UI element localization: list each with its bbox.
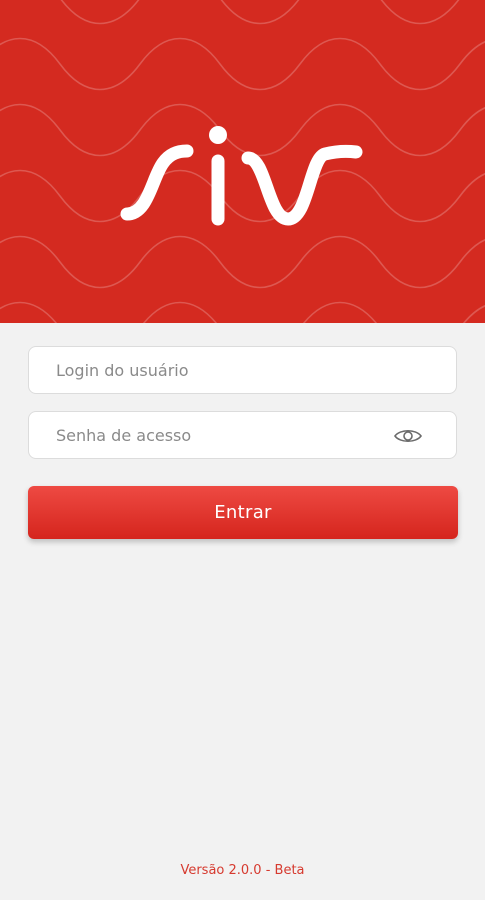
header-banner (0, 0, 485, 323)
password-input[interactable] (29, 412, 456, 458)
eye-icon[interactable] (393, 426, 423, 446)
password-field[interactable] (28, 411, 457, 459)
username-field[interactable] (28, 346, 457, 394)
username-input[interactable] (29, 347, 456, 393)
login-button[interactable]: Entrar (28, 486, 458, 539)
version-label: Versão 2.0.0 - Beta (180, 863, 305, 878)
siv-logo (120, 126, 363, 226)
